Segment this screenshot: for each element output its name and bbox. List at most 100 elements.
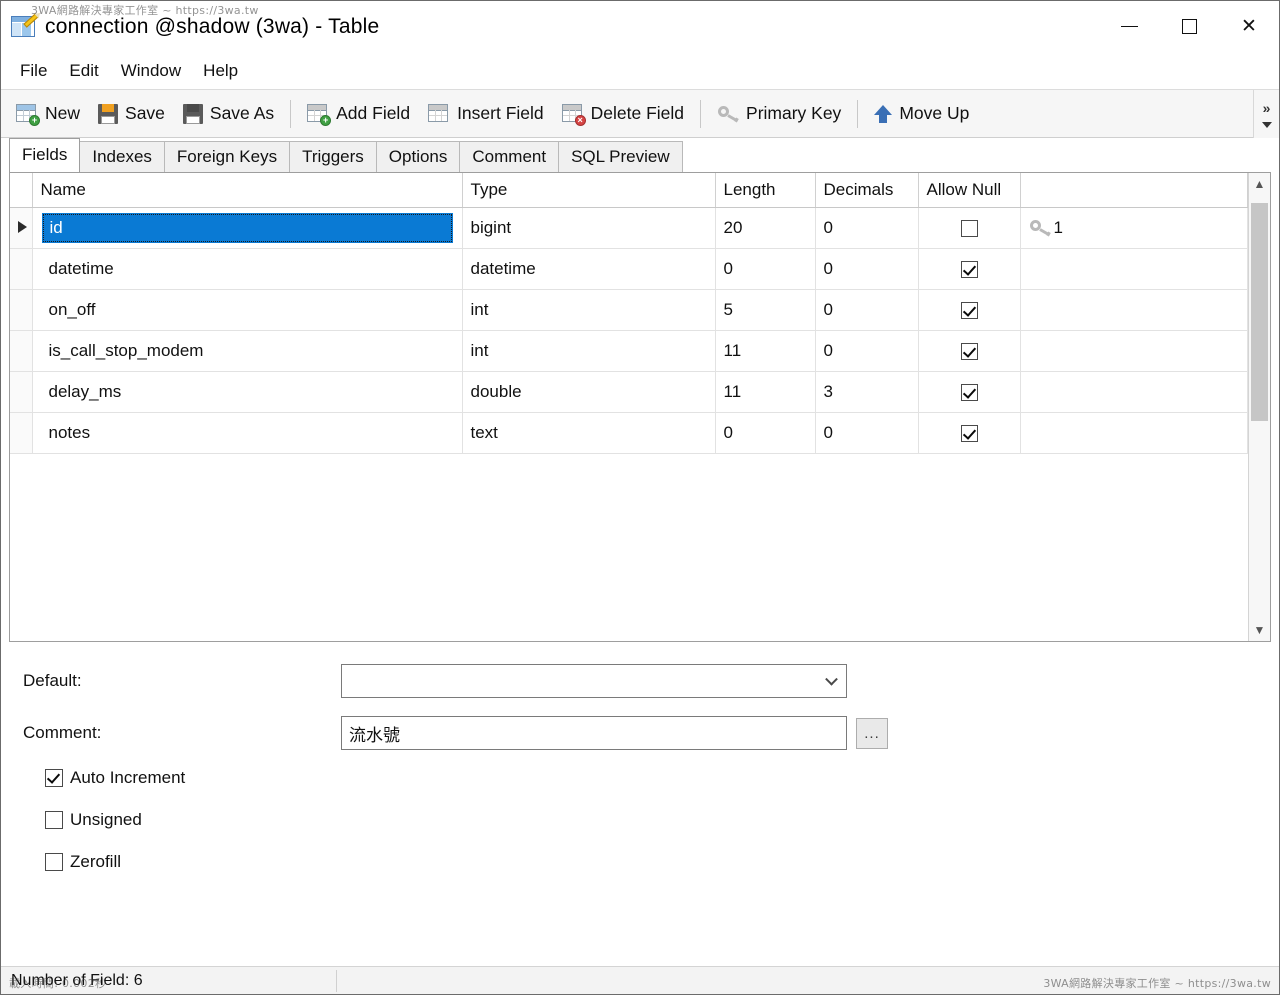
cell-key[interactable] (1020, 289, 1248, 330)
save-button[interactable]: Save (89, 94, 174, 134)
cell-decimals[interactable]: 0 (815, 412, 918, 453)
tab-triggers[interactable]: Triggers (289, 141, 377, 172)
tab-sql-preview[interactable]: SQL Preview (558, 141, 683, 172)
cell-length[interactable]: 0 (715, 248, 815, 289)
primary-key-button-label: Primary Key (746, 103, 841, 124)
menu-item-help[interactable]: Help (192, 57, 249, 85)
cell-type[interactable]: double (462, 371, 715, 412)
row-marker-cell[interactable] (10, 412, 32, 453)
column-header-length[interactable]: Length (715, 173, 815, 207)
allow-null-checkbox[interactable] (961, 343, 978, 360)
unsigned-row[interactable]: Unsigned (45, 810, 1279, 830)
zerofill-checkbox[interactable] (45, 853, 63, 871)
menu-item-edit[interactable]: Edit (58, 57, 109, 85)
menu-item-file[interactable]: File (9, 57, 58, 85)
tab-comment[interactable]: Comment (459, 141, 559, 172)
column-header-type[interactable]: Type (462, 173, 715, 207)
row-marker-cell[interactable] (10, 248, 32, 289)
scroll-down-icon[interactable]: ▼ (1249, 619, 1270, 641)
cell-type[interactable]: int (462, 289, 715, 330)
menu-item-window[interactable]: Window (110, 57, 192, 85)
cell-type[interactable]: bigint (462, 207, 715, 248)
comment-input[interactable]: 流水號 (341, 716, 847, 750)
cell-allow-null[interactable] (918, 371, 1020, 412)
cell-allow-null[interactable] (918, 412, 1020, 453)
cell-allow-null[interactable] (918, 289, 1020, 330)
cell-length[interactable]: 0 (715, 412, 815, 453)
table-row[interactable]: on_offint50 (10, 289, 1248, 330)
cell-decimals[interactable]: 0 (815, 289, 918, 330)
cell-decimals[interactable]: 0 (815, 207, 918, 248)
comment-label: Comment: (23, 723, 341, 743)
cell-decimals[interactable]: 0 (815, 330, 918, 371)
row-marker-cell[interactable] (10, 289, 32, 330)
cell-allow-null[interactable] (918, 330, 1020, 371)
scrollbar-thumb[interactable] (1251, 203, 1268, 421)
cell-name[interactable]: delay_ms (32, 371, 462, 412)
cell-name[interactable]: is_call_stop_modem (32, 330, 462, 371)
cell-length[interactable]: 11 (715, 371, 815, 412)
row-marker-cell[interactable] (10, 330, 32, 371)
cell-name[interactable]: on_off (32, 289, 462, 330)
column-header-decimals[interactable]: Decimals (815, 173, 918, 207)
tab-fields[interactable]: Fields (9, 138, 80, 172)
auto-increment-row[interactable]: Auto Increment (45, 768, 1279, 788)
close-button[interactable]: ✕ (1219, 1, 1279, 52)
cell-length[interactable]: 5 (715, 289, 815, 330)
cell-name[interactable]: datetime (32, 248, 462, 289)
allow-null-checkbox[interactable] (961, 302, 978, 319)
auto-increment-checkbox[interactable] (45, 769, 63, 787)
cell-allow-null[interactable] (918, 248, 1020, 289)
cell-key[interactable] (1020, 330, 1248, 371)
row-marker-cell[interactable] (10, 207, 32, 248)
cell-key[interactable] (1020, 248, 1248, 289)
cell-allow-null[interactable] (918, 207, 1020, 248)
insert-field-button[interactable]: Insert Field (419, 94, 553, 134)
scroll-up-icon[interactable]: ▲ (1249, 173, 1270, 195)
save-as-button[interactable]: Save As (174, 94, 283, 134)
new-button[interactable]: + New (7, 94, 89, 134)
cell-type[interactable]: text (462, 412, 715, 453)
tab-options[interactable]: Options (376, 141, 461, 172)
table-row[interactable]: idbigint200 1 (10, 207, 1248, 248)
cell-type[interactable]: int (462, 330, 715, 371)
cell-decimals[interactable]: 3 (815, 371, 918, 412)
table-row[interactable]: notestext00 (10, 412, 1248, 453)
minimize-button[interactable] (1099, 1, 1159, 52)
delete-field-button[interactable]: × Delete Field (553, 94, 693, 134)
allow-null-checkbox[interactable] (961, 261, 978, 278)
cell-name[interactable]: id (32, 207, 462, 248)
primary-key-button[interactable]: Primary Key (708, 94, 850, 134)
table-row[interactable]: datetimedatetime00 (10, 248, 1248, 289)
cell-key[interactable] (1020, 371, 1248, 412)
toolbar-separator (700, 100, 701, 128)
grid-vertical-scrollbar[interactable]: ▲ ▼ (1248, 173, 1270, 641)
column-header-allow-null[interactable]: Allow Null (918, 173, 1020, 207)
scrollbar-track[interactable] (1249, 195, 1270, 619)
zerofill-row[interactable]: Zerofill (45, 852, 1279, 872)
allow-null-checkbox[interactable] (961, 220, 978, 237)
default-combobox[interactable] (341, 664, 847, 698)
cell-length[interactable]: 11 (715, 330, 815, 371)
unsigned-checkbox[interactable] (45, 811, 63, 829)
tab-foreign-keys[interactable]: Foreign Keys (164, 141, 290, 172)
comment-browse-button[interactable]: ... (856, 718, 888, 749)
toolbar-overflow-button[interactable]: » (1253, 90, 1279, 138)
maximize-button[interactable] (1159, 1, 1219, 52)
table-row[interactable]: delay_msdouble113 (10, 371, 1248, 412)
cell-type[interactable]: datetime (462, 248, 715, 289)
move-up-button[interactable]: Move Up (865, 94, 978, 134)
allow-null-checkbox[interactable] (961, 384, 978, 401)
cell-length[interactable]: 20 (715, 207, 815, 248)
cell-name[interactable]: notes (32, 412, 462, 453)
cell-key[interactable] (1020, 412, 1248, 453)
row-marker-cell[interactable] (10, 371, 32, 412)
cell-decimals[interactable]: 0 (815, 248, 918, 289)
window-title: connection @shadow (3wa) - Table (45, 15, 379, 39)
cell-key[interactable]: 1 (1020, 207, 1248, 248)
column-header-name[interactable]: Name (32, 173, 462, 207)
table-row[interactable]: is_call_stop_modemint110 (10, 330, 1248, 371)
tab-indexes[interactable]: Indexes (79, 141, 165, 172)
add-field-button[interactable]: + Add Field (298, 94, 419, 134)
allow-null-checkbox[interactable] (961, 425, 978, 442)
